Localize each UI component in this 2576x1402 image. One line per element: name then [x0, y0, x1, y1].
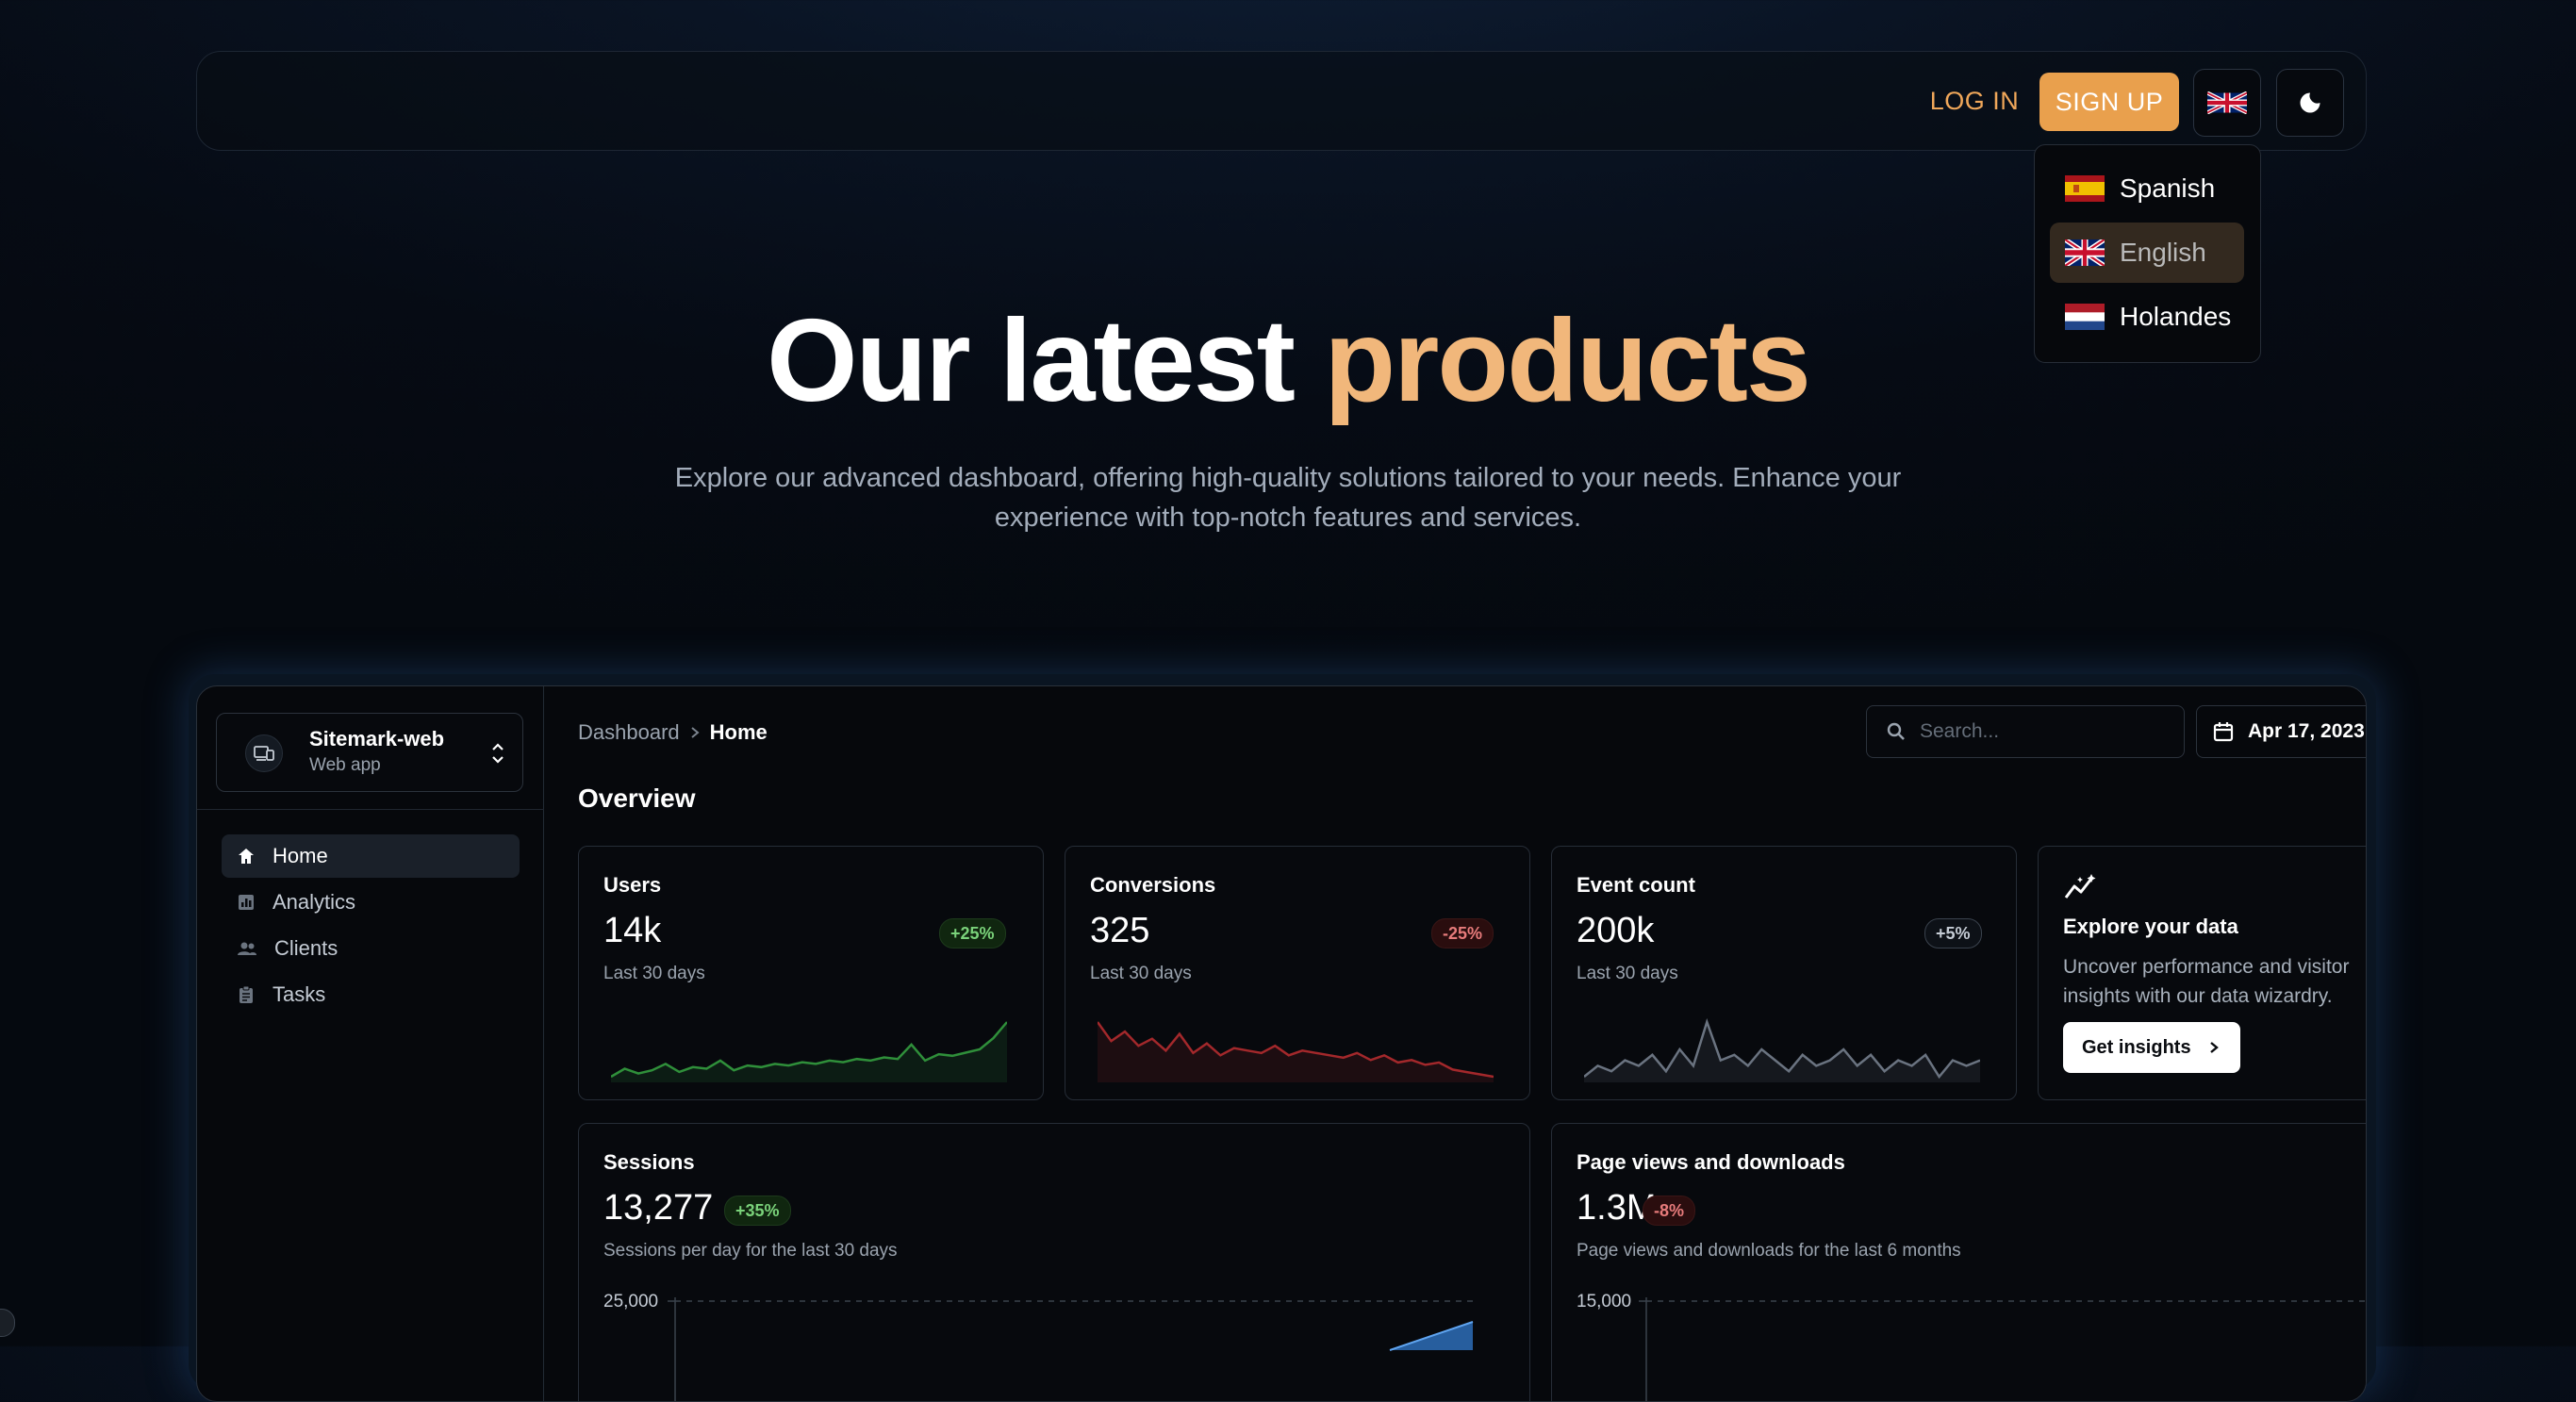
- hero-title-main: Our latest: [767, 296, 1296, 426]
- stat-value: 14k: [603, 911, 662, 950]
- stat-period: Last 30 days: [1577, 964, 1678, 983]
- home-icon: [239, 849, 254, 864]
- clients-icon: [238, 942, 256, 955]
- sidebar-item-label: Tasks: [272, 982, 326, 1006]
- sidebar-item-clients[interactable]: Clients: [222, 927, 520, 970]
- sparkline: [1098, 1021, 1494, 1082]
- stat-card-event-count: Event count 200k +5% Last 30 days: [1551, 846, 2017, 1100]
- trend-badge: +35%: [724, 1196, 791, 1226]
- tasks-icon: [239, 985, 253, 1003]
- page-views-title: Page views and downloads: [1577, 1150, 1845, 1174]
- chevron-right-icon: [691, 727, 700, 738]
- hero-title: Our latest products: [0, 300, 2576, 422]
- dashboard-main: Dashboard Home Search... Apr 17, 2023 Ov…: [544, 686, 2366, 1401]
- get-insights-button[interactable]: Get insights: [2063, 1022, 2240, 1073]
- login-button[interactable]: LOG IN: [1908, 72, 2040, 130]
- insights-icon: [2064, 874, 2096, 899]
- sparkline: [611, 1021, 1007, 1082]
- stat-value: 200k: [1577, 911, 1655, 950]
- stat-title: Conversions: [1090, 873, 1216, 897]
- language-option-english[interactable]: English: [2050, 223, 2244, 283]
- get-insights-label: Get insights: [2082, 1036, 2191, 1058]
- language-option-spanish[interactable]: Spanish: [2050, 158, 2244, 219]
- language-option-label: English: [2120, 238, 2206, 267]
- app-subtitle: Web app: [309, 755, 381, 775]
- page-views-card: Page views and downloads 1.3M -8% Page v…: [1551, 1123, 2366, 1401]
- breadcrumb: Dashboard Home: [578, 720, 768, 745]
- calendar-icon: [2213, 722, 2234, 742]
- date-picker-button[interactable]: Apr 17, 2023: [2196, 705, 2366, 758]
- signup-button[interactable]: SIGN UP: [2039, 73, 2179, 131]
- stat-title: Event count: [1577, 873, 1695, 897]
- uk-flag-icon: [2065, 239, 2105, 266]
- sidebar-item-label: Analytics: [272, 890, 356, 914]
- stat-period: Last 30 days: [603, 964, 705, 983]
- sparkline: [1584, 1018, 1980, 1082]
- sidebar-item-label: Clients: [274, 936, 339, 960]
- sessions-chart: [668, 1297, 1475, 1401]
- analytics-icon: [239, 895, 254, 910]
- search-input[interactable]: Search...: [1866, 705, 2185, 758]
- hero-subtitle: Explore our advanced dashboard, offering…: [674, 463, 1902, 533]
- unfold-icon: [492, 743, 504, 764]
- sessions-value: 13,277: [603, 1188, 714, 1228]
- sidebar-divider: [197, 809, 544, 810]
- dashboard-preview: Sitemark-web Web app Home Analytics Clie…: [196, 685, 2367, 1402]
- sidebar-item-label: Home: [272, 844, 328, 867]
- chevron-right-icon: [2209, 1042, 2219, 1053]
- sparkline-area: [1584, 1022, 1980, 1082]
- stat-value: 325: [1090, 911, 1150, 950]
- uk-flag-icon: [2207, 91, 2247, 114]
- sessions-subtitle: Sessions per day for the last 30 days: [603, 1241, 898, 1261]
- spain-flag-icon: [2065, 175, 2105, 202]
- hero-title-accent: products: [1324, 296, 1810, 426]
- trend-badge: +25%: [939, 918, 1006, 948]
- search-icon: [1887, 722, 1905, 740]
- explore-data-title: Explore your data: [2063, 915, 2238, 938]
- trend-badge: +5%: [1924, 918, 1982, 948]
- search-placeholder: Search...: [1920, 720, 2000, 742]
- overview-heading: Overview: [578, 783, 696, 813]
- sidebar-item-tasks[interactable]: Tasks: [222, 973, 520, 1016]
- stat-card-users: Users 14k +25% Last 30 days: [578, 846, 1044, 1100]
- moon-icon: [2300, 92, 2320, 113]
- trend-badge: -8%: [1643, 1196, 1696, 1226]
- explore-data-card: Explore your data Uncover performance an…: [2038, 846, 2366, 1100]
- sidebar-item-home[interactable]: Home: [222, 834, 520, 878]
- devices-icon: [245, 734, 283, 772]
- app-selector[interactable]: Sitemark-web Web app: [216, 713, 523, 792]
- trend-badge: -25%: [1431, 918, 1494, 948]
- page-views-subtitle: Page views and downloads for the last 6 …: [1577, 1241, 1961, 1261]
- date-label: Apr 17, 2023: [2248, 720, 2365, 742]
- stat-card-conversions: Conversions 325 -25% Last 30 days: [1065, 846, 1530, 1100]
- sessions-card: Sessions 13,277 +35% Sessions per day fo…: [578, 1123, 1530, 1401]
- stat-period: Last 30 days: [1090, 964, 1192, 983]
- dashboard-sidebar: Sitemark-web Web app Home Analytics Clie…: [197, 686, 544, 1401]
- sparkline-area: [611, 1022, 1007, 1082]
- app-name: Sitemark-web: [309, 727, 445, 750]
- language-button[interactable]: [2193, 69, 2261, 137]
- page-views-chart: [1639, 1297, 2366, 1401]
- explore-data-description: Uncover performance and visitor insights…: [2063, 956, 2350, 1007]
- stat-title: Users: [603, 873, 662, 897]
- scroll-handle[interactable]: [0, 1309, 15, 1337]
- sessions-title: Sessions: [603, 1150, 695, 1174]
- breadcrumb-root[interactable]: Dashboard: [578, 720, 680, 745]
- theme-toggle-button[interactable]: [2276, 69, 2344, 137]
- language-option-label: Spanish: [2120, 173, 2216, 203]
- sidebar-item-analytics[interactable]: Analytics: [222, 881, 520, 924]
- breadcrumb-current: Home: [709, 720, 768, 744]
